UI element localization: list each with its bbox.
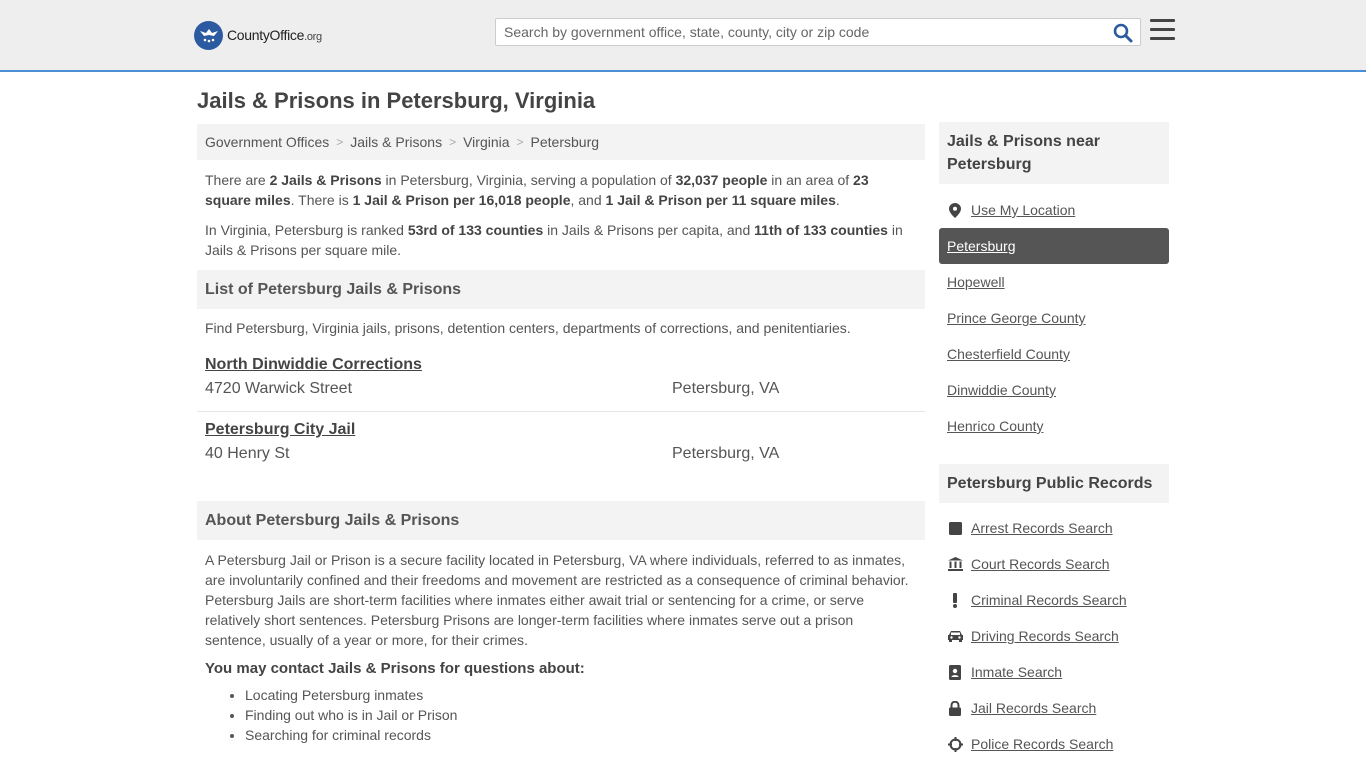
breadcrumb-separator-icon: > <box>516 135 524 149</box>
summary-paragraph-2: In Virginia, Petersburg is ranked 53rd o… <box>205 222 903 258</box>
records-list: Arrest Records Search Court Records Sear… <box>939 510 1169 762</box>
lock-icon <box>947 700 963 716</box>
exclamation-icon <box>947 592 963 608</box>
records-link[interactable]: Jail Records Search <box>971 700 1096 716</box>
breadcrumb-jails-prisons[interactable]: Jails & Prisons <box>350 134 442 150</box>
logo-text: CountyOffice.org <box>227 27 322 43</box>
square-icon <box>947 520 963 536</box>
contact-heading: You may contact Jails & Prisons for ques… <box>205 660 585 677</box>
car-icon <box>947 628 963 644</box>
search-icon[interactable] <box>1112 22 1134 44</box>
breadcrumb: Government Offices > Jails & Prisons > V… <box>197 124 925 160</box>
listing-name-link[interactable]: North Dinwiddie Corrections <box>205 356 422 374</box>
records-item-driving[interactable]: Driving Records Search <box>939 618 1169 654</box>
eagle-seal-icon <box>194 20 223 50</box>
about-section-text: A Petersburg Jail or Prison is a secure … <box>205 552 909 648</box>
listing-city: Petersburg, VA <box>672 380 780 397</box>
listing-city: Petersburg, VA <box>672 445 780 462</box>
records-item-jail[interactable]: Jail Records Search <box>939 690 1169 726</box>
sidebar-nearby: Jails & Prisons near Petersburg Use My L… <box>939 122 1169 444</box>
page-title: Jails & Prisons in Petersburg, Virginia <box>197 88 596 113</box>
hamburger-menu-icon[interactable] <box>1150 19 1175 41</box>
use-my-location-link[interactable]: Use My Location <box>971 202 1075 218</box>
records-item-criminal[interactable]: Criminal Records Search <box>939 582 1169 618</box>
nearby-link[interactable]: Henrico County <box>947 418 1044 434</box>
records-item-court[interactable]: Court Records Search <box>939 546 1169 582</box>
records-item-police[interactable]: Police Records Search <box>939 726 1169 762</box>
breadcrumb-separator-icon: > <box>336 135 344 149</box>
breadcrumb-petersburg[interactable]: Petersburg <box>531 134 599 150</box>
main-content: Government Offices > Jails & Prisons > V… <box>197 124 925 745</box>
sidebar-public-records: Petersburg Public Records Arrest Records… <box>939 464 1169 762</box>
site-logo[interactable]: CountyOffice.org <box>194 20 322 50</box>
nearby-link[interactable]: Dinwiddie County <box>947 382 1056 398</box>
location-pin-icon <box>947 202 963 218</box>
crosshair-icon <box>947 736 963 752</box>
summary-stats: There are 2 Jails & Prisons in Petersbur… <box>197 160 925 260</box>
nearby-list: Use My Location Petersburg Hopewell Prin… <box>939 192 1169 444</box>
listing-item: North Dinwiddie Corrections 4720 Warwick… <box>197 347 925 412</box>
list-section-heading: List of Petersburg Jails & Prisons <box>197 270 925 309</box>
list-section-intro: Find Petersburg, Virginia jails, prisons… <box>205 320 851 336</box>
search-box <box>495 18 1141 46</box>
breadcrumb-government-offices[interactable]: Government Offices <box>205 134 329 150</box>
id-badge-icon <box>947 664 963 680</box>
records-item-inmate[interactable]: Inmate Search <box>939 654 1169 690</box>
listing-item: Petersburg City Jail 40 Henry St Petersb… <box>197 412 925 477</box>
listing-address: 40 Henry St <box>205 445 290 462</box>
records-link[interactable]: Court Records Search <box>971 556 1110 572</box>
records-link[interactable]: Inmate Search <box>971 664 1062 680</box>
about-section-heading: About Petersburg Jails & Prisons <box>197 501 925 540</box>
listing-address: 4720 Warwick Street <box>205 380 353 397</box>
contact-list-item: Searching for criminal records <box>245 725 925 745</box>
records-link[interactable]: Police Records Search <box>971 736 1113 752</box>
top-header: CountyOffice.org <box>0 0 1366 72</box>
records-item-arrest[interactable]: Arrest Records Search <box>939 510 1169 546</box>
search-input[interactable] <box>496 19 1108 45</box>
nearby-item-chesterfield-county[interactable]: Chesterfield County <box>939 336 1169 372</box>
contact-list-item: Locating Petersburg inmates <box>245 685 925 705</box>
summary-paragraph-1: There are 2 Jails & Prisons in Petersbur… <box>205 172 869 208</box>
nearby-item-prince-george-county[interactable]: Prince George County <box>939 300 1169 336</box>
breadcrumb-virginia[interactable]: Virginia <box>463 134 509 150</box>
nearby-link[interactable]: Prince George County <box>947 310 1086 326</box>
sidebar-records-heading: Petersburg Public Records <box>939 464 1169 503</box>
contact-list: Locating Petersburg inmates Finding out … <box>197 677 925 745</box>
records-link[interactable]: Criminal Records Search <box>971 592 1127 608</box>
records-link[interactable]: Driving Records Search <box>971 628 1119 644</box>
sidebar-nearby-heading: Jails & Prisons near Petersburg <box>939 122 1169 184</box>
nearby-item-hopewell[interactable]: Hopewell <box>939 264 1169 300</box>
listing-name-link[interactable]: Petersburg City Jail <box>205 421 355 439</box>
breadcrumb-separator-icon: > <box>449 135 457 149</box>
nearby-item-petersburg[interactable]: Petersburg <box>939 228 1169 264</box>
nearby-item-henrico-county[interactable]: Henrico County <box>939 408 1169 444</box>
nearby-item-dinwiddie-county[interactable]: Dinwiddie County <box>939 372 1169 408</box>
nearby-link[interactable]: Chesterfield County <box>947 346 1070 362</box>
nearby-link[interactable]: Hopewell <box>947 274 1005 290</box>
contact-list-item: Finding out who is in Jail or Prison <box>245 705 925 725</box>
courthouse-icon <box>947 556 963 572</box>
nearby-item-use-my-location[interactable]: Use My Location <box>939 192 1169 228</box>
nearby-link[interactable]: Petersburg <box>947 238 1015 254</box>
records-link[interactable]: Arrest Records Search <box>971 520 1113 536</box>
